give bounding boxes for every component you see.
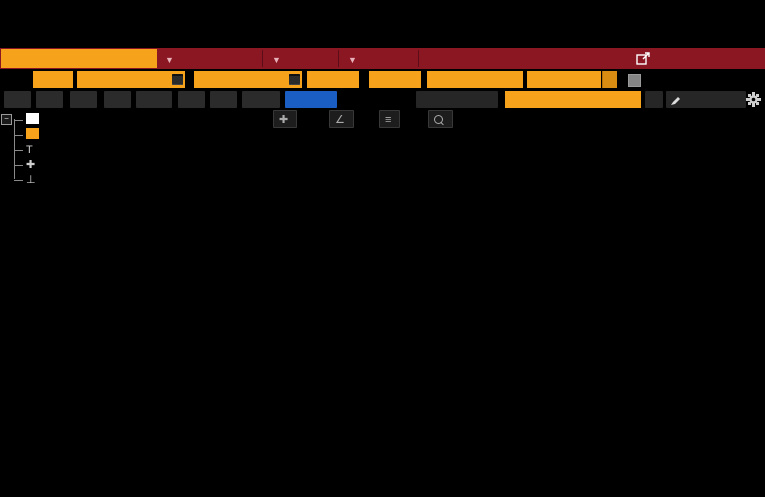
legend-row-average[interactable]: ✚: [8, 157, 188, 172]
time-to-input[interactable]: [369, 71, 421, 88]
tab-1d[interactable]: [4, 91, 31, 108]
track-button[interactable]: ✚: [273, 110, 297, 128]
menu-suggested-charts[interactable]: ▼: [165, 48, 174, 69]
series-swatch-white: [26, 113, 42, 127]
tab-5y[interactable]: [210, 91, 237, 108]
time-from-input[interactable]: [307, 71, 359, 88]
divider: [262, 50, 263, 67]
news-button[interactable]: ≡: [379, 110, 400, 128]
range-value-input[interactable]: [33, 71, 73, 88]
edit-chart-button[interactable]: [666, 91, 746, 108]
tab-ytd[interactable]: [136, 91, 172, 108]
key-events-checkbox[interactable]: [628, 74, 641, 87]
annotate-button[interactable]: ∠: [329, 110, 354, 128]
average-marker-icon: ✚: [26, 158, 42, 171]
news-icon: ≡: [385, 114, 391, 126]
menu-edit[interactable]: ▼: [348, 48, 357, 69]
divider: [418, 50, 419, 67]
tab-max[interactable]: [242, 91, 280, 108]
divider: [338, 50, 339, 67]
magnifier-icon: [434, 115, 443, 124]
tab-6m[interactable]: [104, 91, 131, 108]
calendar-icon[interactable]: [289, 74, 300, 85]
tab-3d[interactable]: [36, 91, 63, 108]
legend-row-prev-close[interactable]: [8, 127, 188, 142]
legend-row-last-price[interactable]: −: [8, 112, 188, 127]
date-from-input[interactable]: [77, 71, 185, 88]
function-toolbar: ▼ ▼ ▼: [0, 48, 765, 69]
low-marker-icon: ⊥: [26, 173, 42, 186]
collapse-button[interactable]: [645, 91, 663, 108]
date-to-input[interactable]: [194, 71, 302, 88]
legend-row-low[interactable]: ⊥: [8, 172, 188, 187]
collapse-tree-icon[interactable]: −: [1, 114, 12, 125]
menu-options[interactable]: ▼: [272, 48, 281, 69]
zoom-button[interactable]: [428, 110, 453, 128]
export-icon[interactable]: [636, 52, 651, 65]
header-sparkline: [192, 5, 254, 27]
tick-type-button[interactable]: [285, 91, 337, 108]
related-data-button[interactable]: [416, 91, 498, 108]
tab-1m[interactable]: [70, 91, 97, 108]
legend-row-high[interactable]: T: [8, 142, 188, 157]
calendar-icon[interactable]: [172, 74, 183, 85]
pencil-icon: [670, 95, 681, 106]
series-swatch-orange: [26, 128, 42, 142]
chart-legend: − T ✚ ⊥: [8, 112, 188, 187]
crosshair-icon: ✚: [279, 114, 288, 126]
annotate-icon: ∠: [335, 114, 345, 126]
security-input[interactable]: [1, 49, 157, 68]
currency-select[interactable]: [527, 71, 601, 88]
tab-1y[interactable]: [178, 91, 205, 108]
price-type-select[interactable]: [427, 71, 523, 88]
currency-dropdown-arrow[interactable]: [602, 71, 617, 88]
add-data-input[interactable]: [505, 91, 641, 108]
high-marker-icon: T: [26, 144, 42, 156]
gear-icon[interactable]: [746, 92, 761, 107]
